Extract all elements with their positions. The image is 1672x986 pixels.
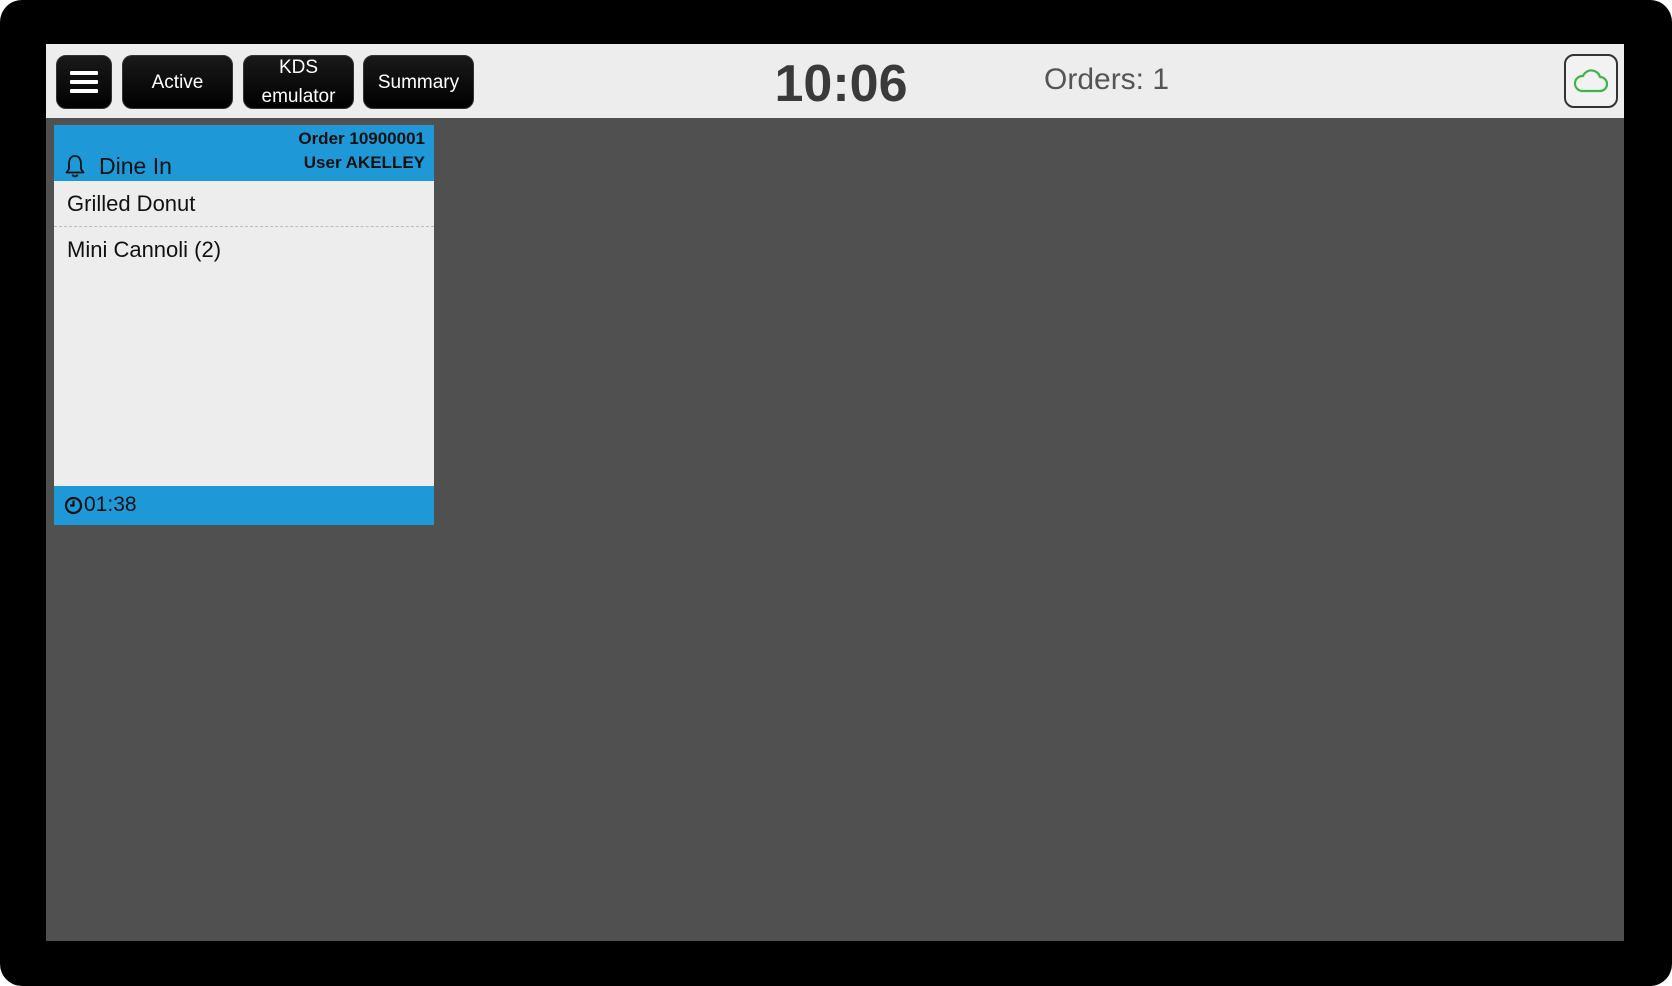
order-item[interactable]: Mini Cannoli (2) xyxy=(54,227,434,273)
order-card-footer: 01:38 xyxy=(54,486,434,525)
cloud-status-button[interactable] xyxy=(1564,54,1618,108)
clock-icon xyxy=(64,496,83,515)
summary-button[interactable]: Summary xyxy=(363,55,474,109)
kds-label-line1: KDS xyxy=(278,57,319,78)
order-user: User AKELLEY xyxy=(303,153,425,172)
hamburger-menu-icon xyxy=(70,71,98,93)
clock-display: 10:06 xyxy=(774,55,908,113)
kds-screen: Active KDS emulator Summary 10:06 Orders… xyxy=(46,44,1624,941)
cloud-icon xyxy=(1573,69,1609,93)
elapsed-timer: 01:38 xyxy=(84,493,137,516)
top-toolbar: Active KDS emulator Summary 10:06 Orders… xyxy=(46,44,1624,118)
order-type: Dine In xyxy=(99,153,172,179)
menu-button[interactable] xyxy=(56,55,112,109)
active-button[interactable]: Active xyxy=(122,55,233,109)
order-card-header: Order 10900001 User AKELLEY Dine In xyxy=(54,125,434,181)
kds-emulator-button[interactable]: KDS emulator xyxy=(243,55,354,109)
order-card[interactable]: Order 10900001 User AKELLEY Dine In Gril… xyxy=(54,125,434,525)
order-item[interactable]: Grilled Donut xyxy=(54,181,434,227)
order-number: Order 10900001 xyxy=(298,129,425,148)
bell-icon xyxy=(65,155,85,178)
kds-label-line2: emulator xyxy=(261,86,336,107)
orders-count: Orders: 1 xyxy=(1044,63,1170,96)
